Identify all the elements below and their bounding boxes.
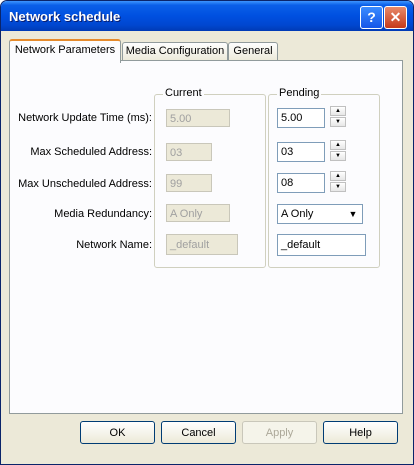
- close-icon[interactable]: ✕: [384, 6, 407, 29]
- network-update-time-label: Network Update Time (ms):: [18, 112, 152, 124]
- tab-media-configuration[interactable]: Media Configuration: [122, 42, 228, 61]
- network-name-label: Network Name:: [76, 239, 152, 251]
- current-network-name: _default: [166, 234, 238, 255]
- media-redundancy-label: Media Redundancy:: [54, 208, 152, 220]
- current-max-scheduled-address: 03: [166, 143, 212, 161]
- spin-up-arrow-icon[interactable]: ▲: [330, 171, 346, 181]
- dropdown-arrow-icon[interactable]: ▼: [345, 206, 361, 222]
- spin-down-arrow-icon[interactable]: ▼: [330, 117, 346, 127]
- window-title: Network schedule: [9, 9, 121, 24]
- current-media-redundancy: A Only: [166, 204, 230, 222]
- pending-media-redundancy-select[interactable]: A Only ▼: [277, 204, 363, 224]
- current-max-unscheduled-address: 99: [166, 174, 212, 192]
- max-unscheduled-address-label: Max Unscheduled Address:: [18, 178, 152, 190]
- help-button[interactable]: Help: [323, 421, 398, 444]
- max-scheduled-address-label: Max Scheduled Address:: [30, 146, 152, 158]
- pending-network-update-time-input[interactable]: 5.00: [277, 108, 325, 128]
- current-network-update-time: 5.00: [166, 109, 230, 127]
- spin-down-arrow-icon[interactable]: ▼: [330, 182, 346, 192]
- ok-button[interactable]: OK: [80, 421, 155, 444]
- pending-max-unscheduled-address-input[interactable]: 08: [277, 173, 325, 193]
- tab-general[interactable]: General: [228, 42, 278, 61]
- tab-panel: Current Pending Network Update Time (ms)…: [9, 60, 403, 414]
- help-question-icon[interactable]: ?: [360, 6, 383, 29]
- pending-network-name-input[interactable]: _default: [277, 234, 366, 256]
- cancel-button[interactable]: Cancel: [161, 421, 236, 444]
- current-group-title: Current: [163, 87, 204, 99]
- title-bar[interactable]: Network schedule ? ✕: [1, 1, 413, 31]
- tab-network-parameters[interactable]: Network Parameters: [9, 39, 121, 63]
- spin-down-arrow-icon[interactable]: ▼: [330, 151, 346, 161]
- spin-up-arrow-icon[interactable]: ▲: [330, 140, 346, 150]
- dialog-window: Network schedule ? ✕ Network Parameters …: [0, 0, 414, 465]
- pending-group-title: Pending: [277, 87, 322, 99]
- spin-up-arrow-icon[interactable]: ▲: [330, 106, 346, 116]
- apply-button[interactable]: Apply: [242, 421, 317, 444]
- pending-media-redundancy-value: A Only: [281, 208, 314, 220]
- pending-max-scheduled-address-input[interactable]: 03: [277, 142, 325, 162]
